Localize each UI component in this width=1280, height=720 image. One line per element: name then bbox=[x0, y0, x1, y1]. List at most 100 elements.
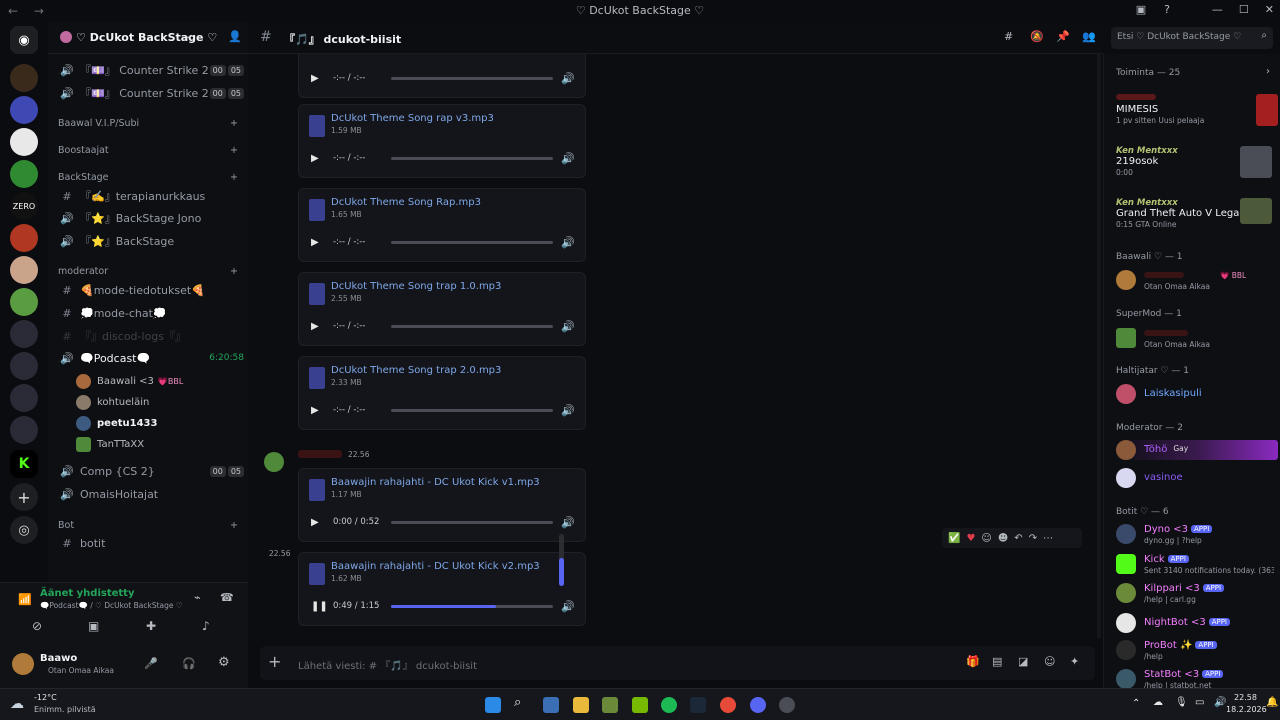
file-name[interactable]: DcUkot Theme Song trap 2.0.mp3 bbox=[331, 365, 501, 376]
mute-icon[interactable]: 🔕 bbox=[1030, 30, 1044, 43]
noise-suppression-icon[interactable]: ⌁ bbox=[194, 591, 201, 604]
text-channel[interactable]: # 💭mode-chat💭 bbox=[58, 303, 244, 323]
signal-icon[interactable]: 📶 bbox=[18, 593, 32, 606]
camera-off-icon[interactable]: ⊘ bbox=[32, 619, 42, 633]
minimize-button[interactable]: — bbox=[1212, 3, 1223, 16]
server-icon[interactable]: ZERO bbox=[10, 192, 38, 220]
member-row[interactable]: Tõhö Gay bbox=[1116, 440, 1278, 460]
text-channel[interactable]: # botit bbox=[58, 533, 244, 553]
add-server-icon[interactable]: + bbox=[10, 483, 38, 511]
threads-icon[interactable]: # bbox=[1004, 30, 1013, 43]
audio-progress[interactable] bbox=[391, 240, 553, 244]
help-icon[interactable]: ? bbox=[1164, 3, 1170, 16]
mic-tray-icon[interactable]: 🎙 bbox=[1175, 697, 1188, 708]
chrome-icon[interactable] bbox=[720, 697, 736, 713]
file-name[interactable]: Baawajin rahajahti - DC Ukot Kick v2.mp3 bbox=[331, 561, 540, 572]
cloud-icon[interactable]: ☁ bbox=[1153, 697, 1163, 708]
server-icon[interactable] bbox=[10, 128, 38, 156]
play-icon[interactable]: ▶ bbox=[311, 237, 323, 248]
file-name[interactable]: DcUkot Theme Song rap v3.mp3 bbox=[331, 113, 494, 124]
member-row[interactable]: Laiskasipuli bbox=[1116, 384, 1278, 404]
file-name[interactable]: DcUkot Theme Song Rap.mp3 bbox=[331, 197, 481, 208]
voice-channel[interactable]: 🔊 『⭐』BackStage bbox=[58, 231, 244, 251]
voice-channel[interactable]: 🔊 Comp {CS 2} 00 05 bbox=[58, 461, 244, 481]
voice-channel[interactable]: 🔊 『💷』 Counter Strike 2 00 05 bbox=[58, 60, 244, 80]
voice-user[interactable]: kohtueläin bbox=[76, 392, 149, 412]
activity-card[interactable]: Ken Mentxxx Grand Theft Auto V Legacy 0:… bbox=[1116, 198, 1278, 229]
clock-date[interactable]: 18.2.2026 bbox=[1226, 705, 1267, 714]
server-icon[interactable] bbox=[10, 288, 38, 316]
server-folder-icon[interactable] bbox=[10, 352, 38, 380]
voice-channel[interactable]: 🔊 『💷』 Counter Strike 2 00 05 bbox=[58, 83, 244, 103]
check-reaction-icon[interactable]: ✅ bbox=[948, 533, 960, 544]
message-composer[interactable]: + Lähetä viesti: # 『🎵』 dcukot-biisit 🎁 ▤… bbox=[260, 646, 1095, 680]
search-input[interactable]: Etsi ♡ DcUkot BackStage ♡ ⌕ bbox=[1111, 27, 1273, 49]
add-channel-icon[interactable]: + bbox=[230, 172, 238, 183]
volume-icon[interactable]: 🔊 bbox=[561, 404, 575, 417]
pause-icon[interactable]: ❚❚ bbox=[311, 601, 328, 612]
smile-reaction-icon[interactable]: ☺ bbox=[981, 533, 991, 544]
voice-location[interactable]: 🗨️Podcast🗨️ / ♡ DcUkot BackStage ♡ bbox=[40, 601, 183, 610]
voice-user[interactable]: peetu1433 bbox=[76, 413, 157, 433]
audio-progress[interactable] bbox=[391, 156, 553, 160]
server-header[interactable]: ♡ DcUkot BackStage ♡ ⌄ 👤 bbox=[48, 22, 248, 54]
voice-user[interactable]: Baawali <3 💗BBL bbox=[76, 371, 183, 391]
add-channel-icon[interactable]: + bbox=[230, 520, 238, 531]
forward-icon[interactable]: ↷ bbox=[1029, 533, 1037, 544]
discover-icon[interactable]: ◎ bbox=[10, 516, 38, 544]
audio-progress[interactable] bbox=[391, 604, 553, 608]
member-row[interactable]: Kilppari <3 APPI/help | carl.gg bbox=[1116, 583, 1278, 604]
inbox-icon[interactable]: ▣ bbox=[1136, 3, 1146, 16]
close-button[interactable]: ✕ bbox=[1265, 3, 1274, 16]
gear-icon[interactable]: ⚙ bbox=[218, 655, 230, 670]
add-attachment-icon[interactable]: + bbox=[268, 652, 281, 671]
microphone-icon[interactable]: 🎤 bbox=[144, 657, 158, 670]
app-icon[interactable] bbox=[602, 697, 618, 713]
volume-icon[interactable]: 🔊 bbox=[561, 516, 575, 529]
avatar[interactable] bbox=[12, 653, 34, 675]
voice-user[interactable]: TanTTaXX bbox=[76, 434, 144, 454]
activity-card[interactable]: Ken Mentxxx 219osok 0:00 bbox=[1116, 146, 1278, 178]
file-name[interactable]: DcUkot Theme Song trap 1.0.mp3 bbox=[331, 281, 501, 292]
spotify-icon[interactable] bbox=[661, 697, 677, 713]
volume-icon[interactable]: 🔊 bbox=[561, 236, 575, 249]
start-icon[interactable] bbox=[485, 697, 501, 713]
soundboard-icon[interactable]: ♪ bbox=[202, 619, 210, 633]
server-icon[interactable] bbox=[10, 256, 38, 284]
sticker-icon[interactable]: ◪ bbox=[1018, 655, 1028, 668]
apps-icon[interactable]: ✦ bbox=[1070, 655, 1079, 668]
server-icon[interactable] bbox=[10, 96, 38, 124]
activities-icon[interactable]: ✚ bbox=[146, 619, 156, 633]
audio-progress[interactable] bbox=[391, 76, 553, 80]
voice-channel[interactable]: 🔊 OmaisHoitajat bbox=[58, 484, 244, 504]
member-list-icon[interactable]: 👥 bbox=[1082, 30, 1096, 43]
discord-home-icon[interactable]: ◉ bbox=[10, 26, 38, 54]
play-icon[interactable]: ▶ bbox=[311, 153, 323, 164]
member-row[interactable]: NightBot <3 APPI bbox=[1116, 613, 1278, 633]
screen-share-icon[interactable]: ▣ bbox=[88, 619, 99, 633]
file-name[interactable]: Baawajin rahajahti - DC Ukot Kick v1.mp3 bbox=[331, 477, 540, 488]
server-icon[interactable] bbox=[10, 64, 38, 92]
member-row[interactable]: Dyno <3 APPI dyno.gg | ?help bbox=[1116, 524, 1278, 545]
nvidia-icon[interactable] bbox=[632, 697, 648, 713]
chevron-down-icon[interactable]: ⌄ bbox=[184, 30, 192, 41]
audio-progress[interactable] bbox=[391, 324, 553, 328]
avatar[interactable] bbox=[264, 452, 284, 472]
category-bot[interactable]: Bot + bbox=[58, 520, 238, 531]
pin-icon[interactable]: 📌 bbox=[1056, 30, 1070, 43]
clock-time[interactable]: 22.58 bbox=[1234, 693, 1257, 702]
play-icon[interactable]: ▶ bbox=[311, 405, 323, 416]
task-view-icon[interactable] bbox=[543, 697, 559, 713]
member-row[interactable]: StatBot <3 APPI/help | statbot.net bbox=[1116, 669, 1278, 690]
volume-tray-icon[interactable]: 🔊 bbox=[1214, 697, 1226, 708]
activity-card[interactable]: MIMESIS 1 pv sitten Uusi pelaaja bbox=[1116, 94, 1278, 126]
server-folder-icon[interactable] bbox=[10, 320, 38, 348]
file-explorer-icon[interactable] bbox=[573, 697, 589, 713]
volume-icon[interactable]: 🔊 bbox=[561, 72, 575, 85]
category-boost[interactable]: Boostaajat + bbox=[58, 145, 238, 156]
member-row[interactable]: 💗 BBL Otan Omaa Aikaa bbox=[1116, 270, 1278, 291]
scrollbar[interactable] bbox=[1097, 54, 1101, 638]
reply-icon[interactable]: ↶ bbox=[1014, 533, 1022, 544]
heart-reaction-icon[interactable]: ♥ bbox=[966, 533, 975, 544]
add-channel-icon[interactable]: + bbox=[230, 266, 238, 277]
